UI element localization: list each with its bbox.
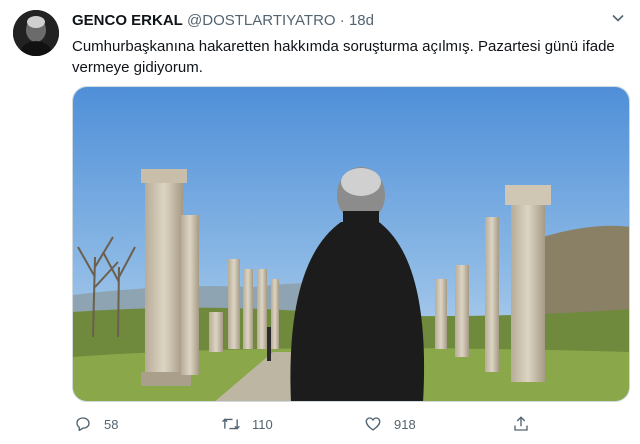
heart-icon bbox=[362, 413, 384, 435]
author-name[interactable]: GENCO ERKAL bbox=[72, 12, 183, 29]
tweet-photo[interactable] bbox=[72, 86, 630, 402]
retweet-count: 110 bbox=[252, 416, 273, 432]
share-icon bbox=[510, 413, 532, 435]
tweet-actions: 58 110 918 bbox=[72, 412, 630, 436]
chevron-down-icon[interactable] bbox=[606, 10, 630, 30]
tweet-timestamp[interactable]: 18d bbox=[349, 12, 374, 29]
like-count: 918 bbox=[394, 416, 416, 432]
tweet-text: Cumhurbaşkanına hakaretten hakkımda soru… bbox=[72, 38, 615, 76]
reply-icon bbox=[72, 413, 94, 435]
tweet-header: GENCO ERKAL @DOSTLARTIYATRO · 18d bbox=[72, 12, 374, 29]
reply-button[interactable]: 58 bbox=[72, 412, 118, 436]
like-button[interactable]: 918 bbox=[362, 412, 416, 436]
retweet-button[interactable]: 110 bbox=[220, 412, 273, 436]
reply-count: 58 bbox=[104, 416, 119, 432]
separator-dot: · bbox=[339, 12, 345, 29]
avatar[interactable] bbox=[13, 10, 59, 56]
share-button[interactable] bbox=[510, 412, 532, 436]
author-handle[interactable]: @DOSTLARTIYATRO bbox=[187, 12, 336, 29]
retweet-icon bbox=[220, 413, 242, 435]
